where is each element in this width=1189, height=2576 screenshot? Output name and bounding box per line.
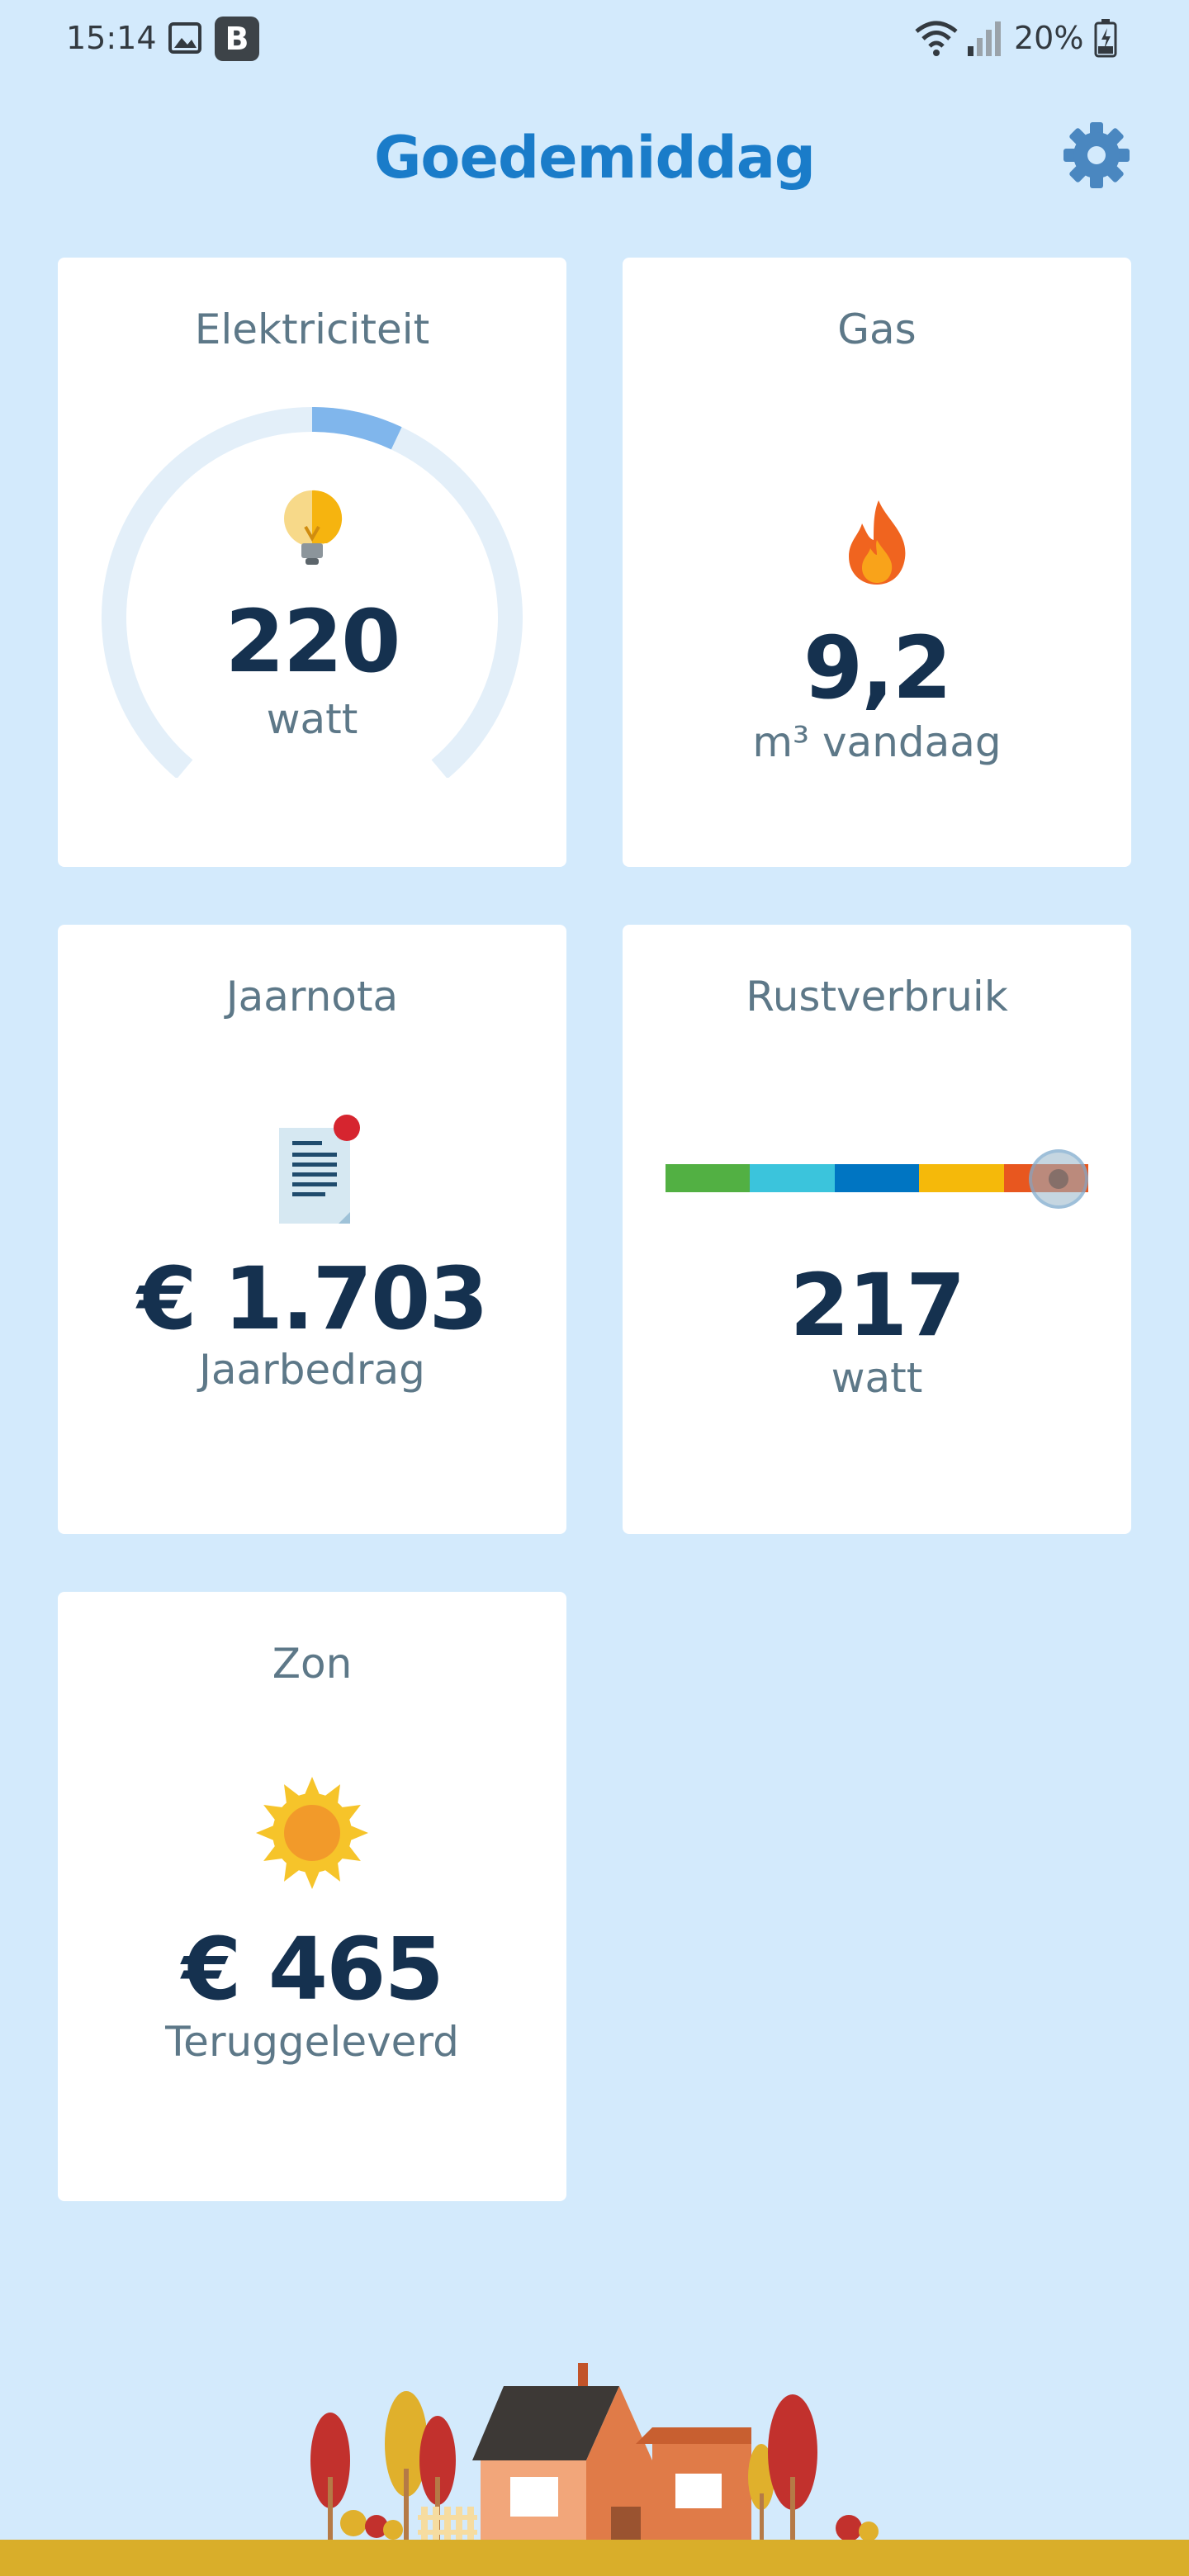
gas-unit: m³ vandaag [752, 718, 1002, 766]
standby-usage-card[interactable]: Rustverbruik 217 watt [623, 925, 1131, 1534]
battery-icon [1094, 19, 1117, 58]
scale-segment-blue [834, 1164, 920, 1192]
flame-icon [849, 500, 906, 585]
electricity-title: Elektriciteit [194, 305, 430, 353]
battery-percentage: 20% [1014, 20, 1084, 56]
standby-title: Rustverbruik [746, 973, 1008, 1020]
annual-bill-unit: Jaarbedrag [199, 1346, 425, 1394]
standby-scale-marker [1029, 1149, 1089, 1209]
page-title: Goedemiddag [373, 124, 816, 192]
status-bar: 15:14 B 20% [0, 0, 1189, 79]
gallery-icon [168, 22, 201, 54]
electricity-card[interactable]: Elektriciteit 220 watt [58, 258, 566, 867]
house-illustration [310, 2363, 879, 2543]
solar-value: € 465 [182, 1919, 444, 2020]
solar-unit: Teruggeleverd [165, 2018, 459, 2066]
annual-bill-value: € 1.703 [137, 1248, 489, 1349]
wifi-icon [915, 21, 958, 56]
electricity-unit: watt [266, 695, 358, 743]
settings-gear-icon[interactable] [1062, 121, 1131, 190]
scale-segment-green [666, 1164, 751, 1192]
lightbulb-icon [284, 490, 343, 565]
gas-value: 9,2 [803, 618, 952, 718]
invoice-icon [279, 1115, 360, 1224]
scale-segment-cyan [750, 1164, 835, 1192]
standby-scale-bar [666, 1164, 1089, 1192]
solar-card[interactable]: Zon € 465 Teruggeleverd [58, 1592, 566, 2201]
solar-title: Zon [272, 1640, 353, 1688]
annual-bill-title: Jaarnota [225, 973, 399, 1020]
electricity-value: 220 [225, 591, 400, 692]
status-time: 15:14 [66, 20, 157, 56]
standby-unit: watt [831, 1354, 923, 1402]
standby-value: 217 [789, 1255, 965, 1356]
ground-strip [0, 2540, 1189, 2576]
scale-segment-yellow [919, 1164, 1004, 1192]
sun-icon [256, 1777, 368, 1889]
signal-icon [968, 21, 1001, 56]
app-notification-icon: B [215, 17, 259, 61]
gas-card[interactable]: Gas 9,2 m³ vandaag [623, 258, 1131, 867]
annual-bill-card[interactable]: Jaarnota € 1.703 Jaarbedrag [58, 925, 566, 1534]
gas-title: Gas [837, 305, 917, 353]
